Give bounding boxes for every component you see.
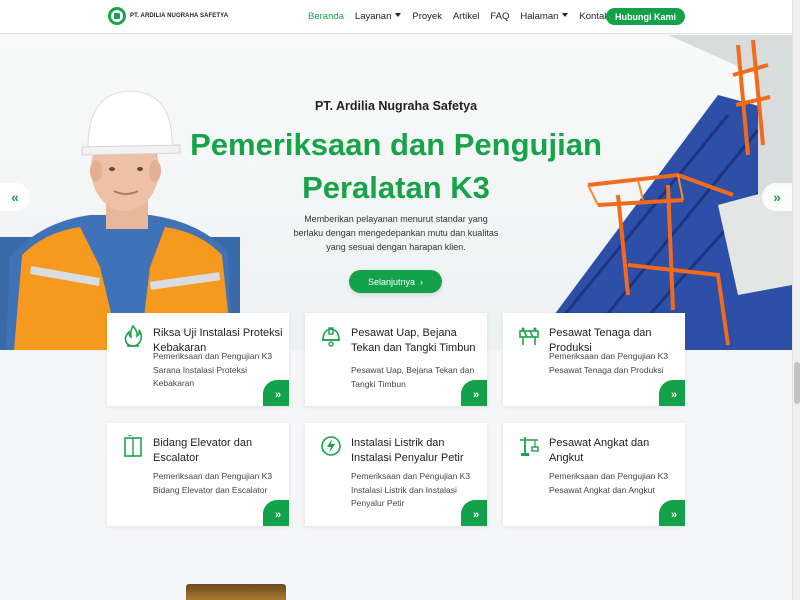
- nav-item-artikel[interactable]: Artikel: [453, 11, 479, 22]
- service-card[interactable]: Bidang Elevator dan Escalator Pemeriksaa…: [107, 423, 289, 526]
- crane-icon: [520, 437, 539, 456]
- service-card-desc: Pesawat Uap, Bejana Tekan dan Tangki Tim…: [351, 365, 475, 389]
- card-go-button[interactable]: »: [263, 500, 289, 526]
- card-go-button[interactable]: »: [263, 380, 289, 406]
- fire-icon: [124, 325, 143, 347]
- slider-next-button[interactable]: »: [762, 183, 792, 211]
- hero-description-line3: yang sesuai dengan harapan klien.: [326, 242, 466, 252]
- slider-prev-button[interactable]: «: [0, 183, 30, 211]
- card-go-button[interactable]: »: [659, 500, 685, 526]
- double-chevron-left-icon: «: [11, 189, 19, 205]
- hero-description-line2: berlaku dengan mengedepankan mutu dan ku…: [293, 228, 499, 238]
- hero-title-line1: Pemeriksaan dan Pengujian: [190, 127, 602, 162]
- double-chevron-right-icon: »: [472, 388, 480, 401]
- service-card-desc: Pemeriksaan dan Pengujian K3 Instalasi L…: [351, 471, 471, 508]
- hero-slider: PT. Ardilia Nugraha Safetya Pemeriksaan …: [0, 35, 792, 350]
- next-button[interactable]: Selanjutnya ›: [349, 270, 442, 293]
- hero-description: Memberikan pelayanan menurut standar yan…: [290, 212, 502, 254]
- nav-item-kontak[interactable]: Kontak: [579, 11, 609, 22]
- service-card[interactable]: Pesawat Tenaga dan Produksi Pemeriksaan …: [503, 313, 685, 406]
- nav-item-proyek[interactable]: Proyek: [412, 11, 442, 22]
- scrollbar-thumb[interactable]: [794, 362, 800, 404]
- service-card[interactable]: Instalasi Listrik dan Instalasi Penyalur…: [305, 423, 487, 526]
- service-card[interactable]: Pesawat Angkat dan Angkut Pemeriksaan da…: [503, 423, 685, 526]
- nav-item-halaman[interactable]: Halaman: [520, 11, 569, 22]
- double-chevron-right-icon: »: [670, 508, 678, 521]
- hero-title-line2: Peralatan K3: [302, 170, 490, 205]
- nav-item-label: Layanan: [354, 11, 392, 22]
- section-image: [186, 584, 286, 600]
- service-card-title: Bidang Elevator dan Escalator: [153, 437, 253, 464]
- next-button-label: Selanjutnya: [367, 276, 416, 287]
- service-card-desc: Pemeriksaan dan Pengujian K3 Pesawat Ten…: [549, 351, 669, 375]
- nav-item-layanan[interactable]: Layanan: [354, 11, 402, 22]
- double-chevron-right-icon: »: [274, 508, 282, 521]
- service-card-title: Instalasi Listrik dan Instalasi Penyalur…: [351, 437, 464, 464]
- hero-company-name: PT. Ardilia Nugraha Safetya: [314, 99, 478, 113]
- nav-item-label: Halaman: [520, 11, 559, 22]
- barrier-icon: [519, 327, 539, 345]
- nav-item-beranda[interactable]: Beranda: [308, 11, 344, 22]
- top-navbar: PT. ARDILIA NUGRAHA SAFETYA Beranda Laya…: [0, 0, 792, 34]
- page-scrollbar[interactable]: [792, 0, 800, 600]
- card-go-button[interactable]: »: [461, 500, 487, 526]
- double-chevron-right-icon: »: [274, 388, 282, 401]
- hero-title: Pemeriksaan dan Pengujian Peralatan K3: [0, 123, 792, 209]
- service-card-desc: Pemeriksaan dan Pengujian K3 Bidang Elev…: [153, 471, 273, 495]
- helmet-icon: [322, 327, 340, 347]
- service-card-desc: Pemeriksaan dan Pengujian K3 Sarana Inst…: [153, 351, 273, 388]
- caret-down-icon: [562, 13, 569, 17]
- service-card-desc: Pemeriksaan dan Pengujian K3 Pesawat Ang…: [549, 471, 669, 495]
- brand-name: PT. ARDILIA NUGRAHA SAFETYA: [130, 13, 229, 19]
- service-card[interactable]: Pesawat Uap, Bejana Tekan dan Tangki Tim…: [305, 313, 487, 406]
- double-chevron-right-icon: »: [472, 508, 480, 521]
- main-nav: Beranda Layanan Proyek Artikel FAQ Halam…: [308, 11, 620, 22]
- nav-item-faq[interactable]: FAQ: [490, 11, 509, 22]
- service-card-title: Pesawat Angkat dan Angkut: [549, 437, 650, 464]
- gear-logo-icon: [108, 7, 126, 25]
- card-go-button[interactable]: »: [461, 380, 487, 406]
- elevator-icon: [124, 435, 142, 457]
- service-card-title: Pesawat Uap, Bejana Tekan dan Tangki Tim…: [351, 327, 476, 354]
- double-chevron-right-icon: »: [670, 388, 678, 401]
- card-go-button[interactable]: »: [659, 380, 685, 406]
- contact-us-button[interactable]: Hubungi Kami: [606, 8, 685, 25]
- lightning-icon: [321, 436, 341, 456]
- hero-description-line1: Memberikan pelayanan menurut standar yan…: [304, 214, 488, 224]
- chevron-right-icon: ›: [420, 276, 424, 287]
- double-chevron-right-icon: »: [773, 189, 781, 205]
- caret-down-icon: [395, 13, 402, 17]
- service-card[interactable]: Riksa Uji Instalasi Proteksi Kebakaran P…: [107, 313, 289, 406]
- brand-logo[interactable]: PT. ARDILIA NUGRAHA SAFETYA: [108, 7, 228, 25]
